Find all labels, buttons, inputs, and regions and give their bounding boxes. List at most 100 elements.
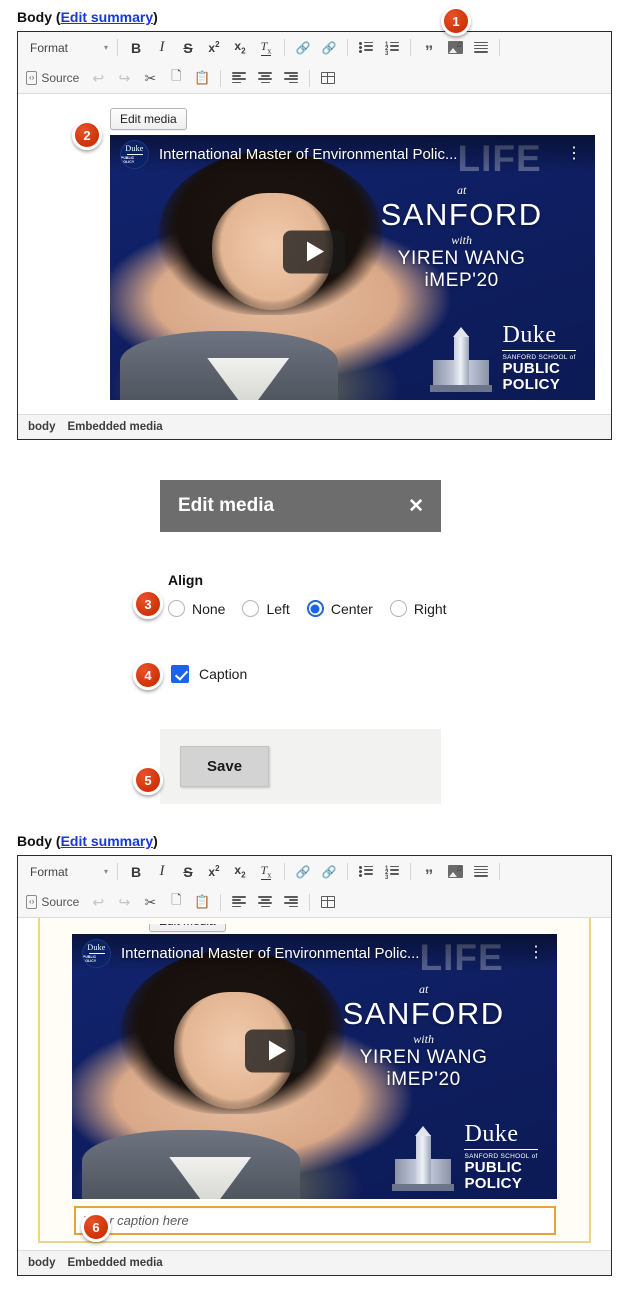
edit-media-button-clipped-wrap: Edit media xyxy=(149,924,239,933)
media-embed-icon-bottom[interactable] xyxy=(442,860,468,884)
caption-checkbox-row[interactable]: Caption xyxy=(171,665,247,683)
unlink-icon-bottom: 🔗 xyxy=(321,864,337,879)
superscript-button-bottom[interactable]: x2 xyxy=(201,860,227,884)
blockquote-button[interactable]: ” xyxy=(416,36,442,60)
source-button[interactable]: ‹› Source xyxy=(24,67,85,89)
video-title-bottom[interactable]: International Master of Environmental Po… xyxy=(121,945,525,962)
bulleted-list-button[interactable] xyxy=(353,36,379,60)
page-title: Body (Edit summary) xyxy=(17,9,612,25)
copy-icon-bottom[interactable]: 🗋 xyxy=(163,890,189,914)
callout-badge-4: 4 xyxy=(133,660,163,690)
horizontal-rule-button[interactable] xyxy=(468,36,494,60)
paste-icon[interactable]: 📋 xyxy=(189,66,215,90)
edit-summary-link-bottom[interactable]: Edit summary xyxy=(61,833,154,849)
align-option-left[interactable]: Left xyxy=(242,600,290,617)
cut-icon[interactable]: ✂ xyxy=(137,66,163,90)
duke-wordmark-sub2: PUBLIC xyxy=(502,360,561,378)
remove-format-button[interactable]: Tx xyxy=(253,36,279,60)
radio-right[interactable] xyxy=(389,600,407,617)
strikethrough-button[interactable]: S xyxy=(175,36,201,60)
kebab-menu-icon[interactable]: ⋮ xyxy=(563,146,585,162)
source-button-label: Source xyxy=(41,71,80,85)
align-left-button-bottom[interactable] xyxy=(226,890,252,914)
callout-badge-3: 3 xyxy=(133,589,163,619)
avatar-subtitle: PUBLIC POLICY xyxy=(121,155,135,164)
play-button-bottom[interactable] xyxy=(244,1029,307,1073)
bold-button-bottom[interactable]: B xyxy=(123,860,149,884)
italic-button[interactable]: I xyxy=(149,36,175,60)
paste-icon-bottom[interactable]: 📋 xyxy=(189,890,215,914)
subscript-button-bottom[interactable]: x2 xyxy=(227,860,253,884)
breadcrumb: body Embedded media xyxy=(18,414,611,439)
remove-format-button-bottom[interactable]: Tx xyxy=(253,860,279,884)
breadcrumb-item-embedded-media[interactable]: Embedded media xyxy=(67,421,162,433)
caption-field-wrap xyxy=(73,1206,556,1235)
save-button[interactable]: Save xyxy=(180,746,270,787)
media-embed-icon[interactable] xyxy=(442,36,468,60)
cut-icon-bottom[interactable]: ✂ xyxy=(137,890,163,914)
radio-center[interactable] xyxy=(306,600,324,617)
align-right-button-bottom[interactable] xyxy=(278,890,304,914)
overlay-school-bottom: SANFORD xyxy=(342,995,505,1031)
video-overlay-text-bottom: at SANFORD with YIREN WANG iMEP'20 xyxy=(310,982,538,1091)
breadcrumb-item-body[interactable]: body xyxy=(28,421,55,433)
align-center-button-bottom[interactable] xyxy=(252,890,278,914)
unlink-icon: 🔗 xyxy=(321,40,337,55)
edit-media-button-bottom[interactable]: Edit media xyxy=(149,924,226,932)
format-dropdown[interactable]: Format ▾ xyxy=(24,37,112,59)
align-option-none[interactable]: None xyxy=(168,600,225,617)
body-label-prefix-bottom: Body ( xyxy=(17,833,61,849)
avatar-subtitle-bottom: PUBLIC POLICY xyxy=(83,954,97,963)
edit-summary-link[interactable]: Edit summary xyxy=(61,9,154,25)
link-icon[interactable]: 🔗 xyxy=(290,36,316,60)
strikethrough-button-bottom[interactable]: S xyxy=(175,860,201,884)
horizontal-rule-button-bottom[interactable] xyxy=(468,860,494,884)
editor-toolbar: Format ▾ B I S x2 x2 Tx 🔗 🔗 123 ” ♫ ‹› S… xyxy=(18,32,611,94)
duke-wordmark-rule-bottom xyxy=(464,1148,538,1151)
table-icon-bottom[interactable] xyxy=(315,890,341,914)
video-header-bar: Duke PUBLIC POLICY International Master … xyxy=(110,135,595,173)
embedded-video-top[interactable]: LIFE Duke PUBLIC POLICY International Ma… xyxy=(110,135,595,400)
media-selection-region[interactable]: Edit media LIFE Duke PUBLIC POLICY xyxy=(38,918,591,1243)
link-icon-bottom[interactable]: 🔗 xyxy=(290,860,316,884)
radio-none[interactable] xyxy=(168,600,185,617)
italic-button-bottom[interactable]: I xyxy=(149,860,175,884)
toolbar-divider xyxy=(410,863,411,880)
numbered-list-button[interactable]: 123 xyxy=(379,36,405,60)
source-button-bottom[interactable]: ‹› Source xyxy=(24,891,85,913)
duke-wordmark-sub2-bottom: PUBLIC xyxy=(464,1159,523,1177)
numbered-list-button-bottom[interactable]: 123 xyxy=(379,860,405,884)
caption-input[interactable] xyxy=(73,1206,556,1235)
callout-number: 6 xyxy=(92,1219,100,1235)
superscript-button[interactable]: x2 xyxy=(201,36,227,60)
bulleted-list-button-bottom[interactable] xyxy=(353,860,379,884)
copy-icon[interactable]: 🗋 xyxy=(163,66,189,90)
breadcrumb-item-embedded-media-bottom[interactable]: Embedded media xyxy=(67,1257,162,1269)
breadcrumb-item-body-bottom[interactable]: body xyxy=(28,1257,55,1269)
toolbar-divider xyxy=(284,39,285,56)
subscript-button[interactable]: x2 xyxy=(227,36,253,60)
kebab-menu-icon-bottom[interactable]: ⋮ xyxy=(525,945,547,961)
align-option-center[interactable]: Center xyxy=(306,600,373,617)
blockquote-button-bottom[interactable]: ” xyxy=(416,860,442,884)
close-icon[interactable]: ✕ xyxy=(408,497,424,516)
embedded-video-bottom[interactable]: LIFE Duke PUBLIC POLICY International Ma… xyxy=(72,934,557,1199)
video-title[interactable]: International Master of Environmental Po… xyxy=(159,146,563,163)
bold-button[interactable]: B xyxy=(123,36,149,60)
callout-number: 4 xyxy=(144,667,152,683)
align-right-button[interactable] xyxy=(278,66,304,90)
callout-number: 2 xyxy=(83,127,91,143)
overlay-year-bottom: iMEP'20 xyxy=(386,1069,461,1090)
format-dropdown-bottom[interactable]: Format ▾ xyxy=(24,861,112,883)
align-option-right[interactable]: Right xyxy=(389,600,447,617)
radio-left-label: Left xyxy=(266,600,290,617)
format-dropdown-label: Format xyxy=(30,40,69,55)
undo-icon-bottom: ↩ xyxy=(92,893,105,910)
edit-media-button[interactable]: Edit media xyxy=(110,108,187,130)
table-icon[interactable] xyxy=(315,66,341,90)
align-left-button[interactable] xyxy=(226,66,252,90)
play-button[interactable] xyxy=(282,230,345,274)
radio-left[interactable] xyxy=(242,600,260,617)
caption-checkbox[interactable] xyxy=(171,665,189,683)
align-center-button[interactable] xyxy=(252,66,278,90)
